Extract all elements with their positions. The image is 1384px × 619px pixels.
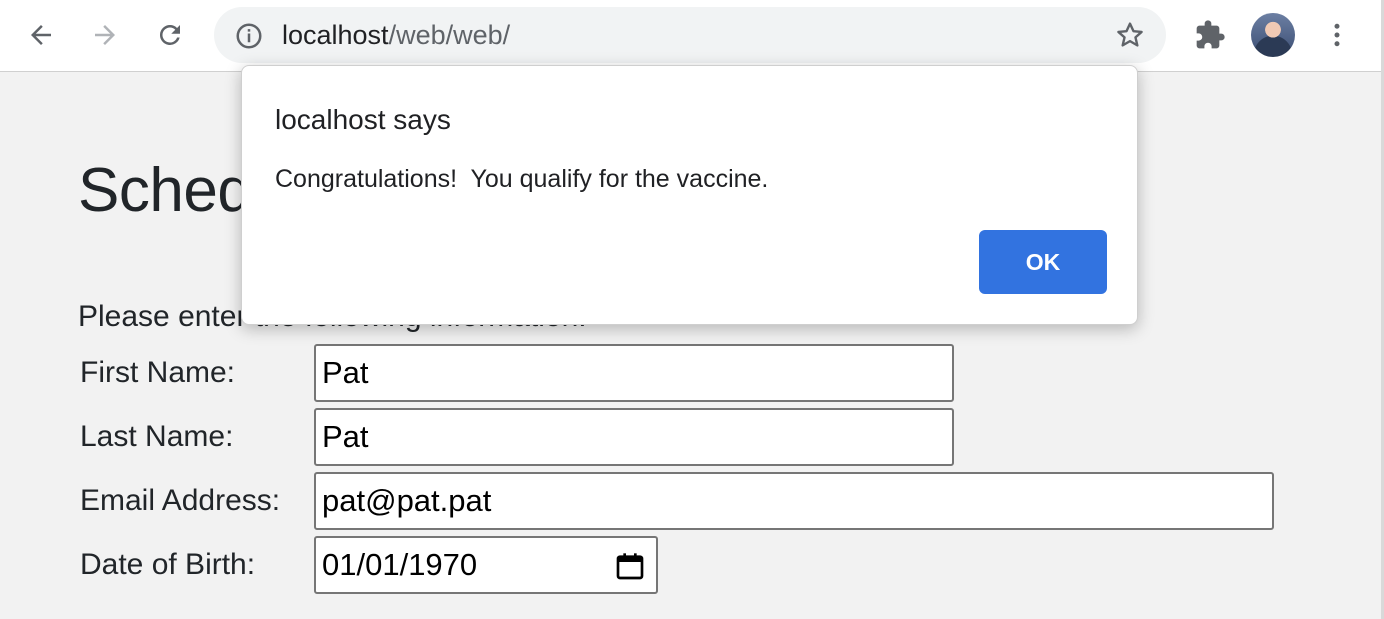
dob-label: Date of Birth: <box>80 548 256 581</box>
star-icon[interactable] <box>1114 19 1146 51</box>
alert-dialog: localhost says Congratulations! You qual… <box>241 65 1138 325</box>
menu-button[interactable] <box>1316 14 1358 56</box>
reload-icon <box>159 24 180 45</box>
url-host: localhost <box>282 20 389 50</box>
url-text[interactable]: localhost/web/web/ <box>282 7 510 63</box>
ok-button[interactable]: OK <box>979 230 1107 294</box>
reload-button[interactable] <box>149 14 191 56</box>
back-icon <box>31 25 51 45</box>
calendar-icon[interactable] <box>614 550 646 582</box>
forward-icon <box>95 25 115 45</box>
info-icon[interactable] <box>234 21 264 51</box>
back-button[interactable] <box>20 14 62 56</box>
browser-toolbar: localhost/web/web/ <box>0 0 1384 72</box>
extensions-button[interactable] <box>1189 14 1231 56</box>
last-name-field[interactable] <box>314 408 954 466</box>
dialog-title: localhost says <box>275 104 451 135</box>
address-bar[interactable]: localhost/web/web/ <box>214 7 1166 63</box>
avatar[interactable] <box>1251 13 1295 57</box>
menu-icon <box>1334 23 1340 47</box>
dialog-message: Congratulations! You qualify for the vac… <box>275 165 769 193</box>
email-label: Email Address: <box>80 484 281 517</box>
first-name-label: First Name: <box>80 356 236 389</box>
first-name-field[interactable] <box>314 344 954 402</box>
email-field[interactable] <box>314 472 1274 530</box>
forward-button[interactable] <box>84 14 126 56</box>
dob-field[interactable]: 01/01/1970 <box>314 536 658 594</box>
dob-value: 01/01/1970 <box>322 547 478 582</box>
url-path: /web/web/ <box>388 20 511 50</box>
last-name-label: Last Name: <box>80 420 234 453</box>
extensions-icon <box>1196 20 1225 49</box>
